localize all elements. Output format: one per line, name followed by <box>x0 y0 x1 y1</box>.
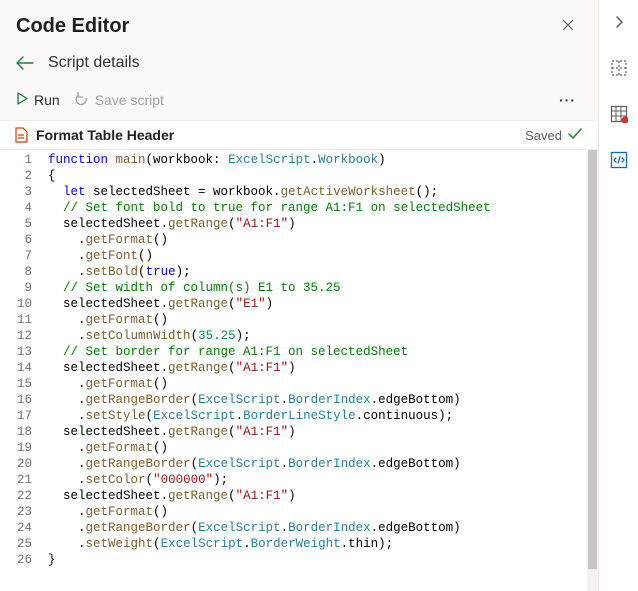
line-number: 7 <box>4 248 32 264</box>
code-line[interactable]: let selectedSheet = workbook.getActiveWo… <box>48 184 592 200</box>
code-line[interactable]: .getRangeBorder(ExcelScript.BorderIndex.… <box>48 456 592 472</box>
code-line[interactable]: .getFormat() <box>48 376 592 392</box>
grid-dashed-icon <box>610 59 628 77</box>
line-number: 25 <box>4 536 32 552</box>
code-line[interactable]: // Set width of column(s) E1 to 35.25 <box>48 280 592 296</box>
line-number: 15 <box>4 376 32 392</box>
line-number: 16 <box>4 392 32 408</box>
code-line[interactable]: .setWeight(ExcelScript.BorderWeight.thin… <box>48 536 592 552</box>
rail-item-2[interactable] <box>605 100 633 128</box>
rail-item-1[interactable] <box>605 54 633 82</box>
file-bar: Format Table Header Saved <box>0 120 598 150</box>
breadcrumb-text: Script details <box>48 54 140 72</box>
code-line[interactable]: .setColumnWidth(35.25); <box>48 328 592 344</box>
line-number: 13 <box>4 344 32 360</box>
side-rail <box>598 0 638 591</box>
checkmark-icon <box>568 127 582 143</box>
script-file-icon <box>14 127 28 143</box>
line-number: 20 <box>4 456 32 472</box>
line-number: 26 <box>4 552 32 568</box>
code-line[interactable]: { <box>48 168 592 184</box>
arrow-left-icon <box>16 56 34 70</box>
code-line[interactable]: selectedSheet.getRange("A1:F1") <box>48 424 592 440</box>
line-number: 3 <box>4 184 32 200</box>
line-number: 11 <box>4 312 32 328</box>
line-number: 21 <box>4 472 32 488</box>
code-line[interactable]: selectedSheet.getRange("A1:F1") <box>48 216 592 232</box>
toolbar: Run Save script ··· <box>0 82 598 120</box>
line-number: 22 <box>4 488 32 504</box>
code-line[interactable]: .setStyle(ExcelScript.BorderLineStyle.co… <box>48 408 592 424</box>
line-number: 19 <box>4 440 32 456</box>
code-line[interactable]: .getFormat() <box>48 232 592 248</box>
close-button[interactable] <box>554 12 582 40</box>
line-number: 5 <box>4 216 32 232</box>
code-editor-icon <box>610 151 628 169</box>
run-button[interactable]: Run <box>16 92 60 108</box>
vertical-scrollbar[interactable] <box>587 150 598 591</box>
breadcrumb-row: Script details <box>0 48 598 82</box>
close-icon <box>562 18 574 34</box>
scrollbar-thumb[interactable] <box>588 150 597 569</box>
line-number: 6 <box>4 232 32 248</box>
line-number: 10 <box>4 296 32 312</box>
script-name: Format Table Header <box>36 127 174 143</box>
line-number: 8 <box>4 264 32 280</box>
code-line[interactable]: selectedSheet.getRange("E1") <box>48 296 592 312</box>
record-grid-icon <box>610 105 628 123</box>
expand-pane-button[interactable] <box>605 8 633 36</box>
line-number: 12 <box>4 328 32 344</box>
code-line[interactable]: .setBold(true); <box>48 264 592 280</box>
save-status: Saved <box>525 127 582 143</box>
line-number: 2 <box>4 168 32 184</box>
panel-title: Code Editor <box>16 15 129 38</box>
code-line[interactable]: selectedSheet.getRange("A1:F1") <box>48 360 592 376</box>
code-line[interactable]: .getFormat() <box>48 504 592 520</box>
saved-label: Saved <box>525 128 562 143</box>
code-content[interactable]: function main(workbook: ExcelScript.Work… <box>40 150 598 591</box>
line-number: 23 <box>4 504 32 520</box>
line-gutter: 1234567891011121314151617181920212223242… <box>0 150 40 591</box>
rail-item-code-editor[interactable] <box>605 146 633 174</box>
code-line[interactable]: function main(workbook: ExcelScript.Work… <box>48 152 592 168</box>
main-panel: Code Editor Script details Run Save scri… <box>0 0 598 591</box>
header: Code Editor <box>0 0 598 48</box>
code-line[interactable]: .getRangeBorder(ExcelScript.BorderIndex.… <box>48 392 592 408</box>
line-number: 1 <box>4 152 32 168</box>
run-label: Run <box>34 92 60 108</box>
save-script-button: Save script <box>74 92 164 109</box>
code-line[interactable]: .getFormat() <box>48 440 592 456</box>
save-label: Save script <box>95 92 164 108</box>
code-line[interactable]: .getRangeBorder(ExcelScript.BorderIndex.… <box>48 520 592 536</box>
code-line[interactable]: // Set border for range A1:F1 on selecte… <box>48 344 592 360</box>
code-line[interactable]: .setColor("000000"); <box>48 472 592 488</box>
line-number: 4 <box>4 200 32 216</box>
code-line[interactable]: .getFont() <box>48 248 592 264</box>
code-line[interactable]: } <box>48 552 592 568</box>
line-number: 17 <box>4 408 32 424</box>
more-options-button[interactable]: ··· <box>553 88 582 112</box>
line-number: 24 <box>4 520 32 536</box>
code-editor[interactable]: 1234567891011121314151617181920212223242… <box>0 150 598 591</box>
play-icon <box>16 92 28 108</box>
code-line[interactable]: // Set font bold to true for range A1:F1… <box>48 200 592 216</box>
line-number: 14 <box>4 360 32 376</box>
code-line[interactable]: selectedSheet.getRange("A1:F1") <box>48 488 592 504</box>
line-number: 18 <box>4 424 32 440</box>
back-button[interactable] <box>16 56 34 70</box>
code-line[interactable]: .getFormat() <box>48 312 592 328</box>
save-icon <box>74 92 89 109</box>
chevron-right-icon <box>614 15 624 29</box>
line-number: 9 <box>4 280 32 296</box>
